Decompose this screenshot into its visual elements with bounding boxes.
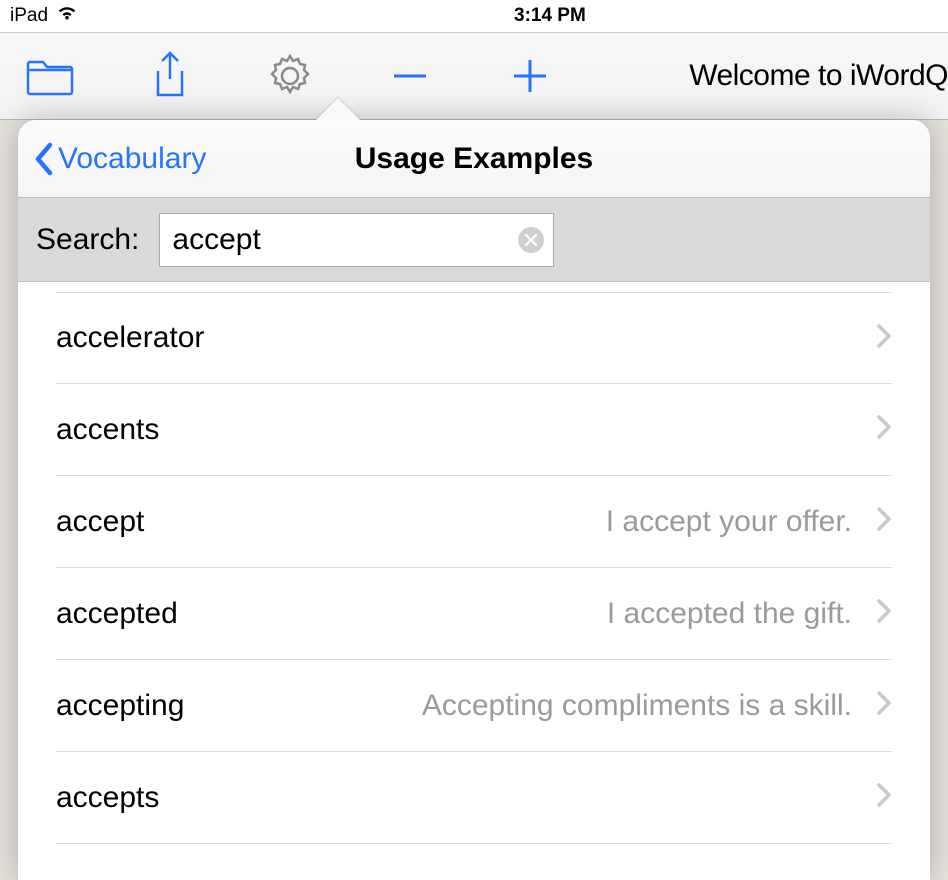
list-item[interactable]: accepts bbox=[56, 752, 892, 844]
example-label: I accepted the gift. bbox=[194, 597, 852, 631]
list-item[interactable]: accepting Accepting compliments is a skil… bbox=[56, 660, 892, 752]
settings-icon[interactable] bbox=[260, 46, 320, 106]
word-label: accepting bbox=[56, 689, 184, 723]
chevron-right-icon bbox=[876, 782, 892, 813]
list-item[interactable]: accents bbox=[56, 384, 892, 476]
list-item[interactable]: accept I accept your offer. bbox=[56, 476, 892, 568]
share-icon[interactable] bbox=[140, 46, 200, 106]
clear-search-button[interactable] bbox=[518, 227, 544, 253]
back-button[interactable]: Vocabulary bbox=[18, 141, 206, 177]
search-label: Search: bbox=[36, 223, 139, 257]
close-icon bbox=[525, 234, 537, 246]
example-label: I accept your offer. bbox=[160, 505, 852, 539]
plus-icon[interactable] bbox=[500, 46, 560, 106]
word-list: accelerator accents accept I accept your of… bbox=[18, 292, 930, 844]
back-label: Vocabulary bbox=[58, 142, 206, 176]
chevron-left-icon bbox=[32, 141, 54, 177]
search-input[interactable] bbox=[159, 213, 554, 267]
example-label: Accepting compliments is a skill. bbox=[200, 689, 852, 723]
clock: 3:14 PM bbox=[514, 5, 586, 27]
document-title: Welcome to iWordQ bbox=[689, 59, 948, 93]
list-item[interactable]: accelerator bbox=[56, 292, 892, 384]
chevron-right-icon bbox=[876, 323, 892, 354]
word-label: accepts bbox=[56, 781, 159, 815]
popover: Vocabulary Usage Examples Search: accele… bbox=[18, 120, 930, 880]
status-bar: iPad 3:14 PM bbox=[0, 0, 948, 32]
chevron-right-icon bbox=[876, 506, 892, 537]
word-label: accents bbox=[56, 413, 159, 447]
chevron-right-icon bbox=[876, 598, 892, 629]
wifi-icon bbox=[56, 5, 78, 27]
toolbar: Welcome to iWordQ bbox=[0, 32, 948, 120]
nav-header: Vocabulary Usage Examples bbox=[18, 120, 930, 198]
word-label: accept bbox=[56, 505, 144, 539]
popover-title: Usage Examples bbox=[355, 142, 593, 176]
word-label: accelerator bbox=[56, 321, 204, 355]
list-item[interactable]: accepted I accepted the gift. bbox=[56, 568, 892, 660]
chevron-right-icon bbox=[876, 690, 892, 721]
chevron-right-icon bbox=[876, 414, 892, 445]
device-label: iPad bbox=[10, 5, 48, 27]
folder-icon[interactable] bbox=[20, 46, 80, 106]
search-bar: Search: bbox=[18, 198, 930, 282]
word-label: accepted bbox=[56, 597, 178, 631]
minus-icon[interactable] bbox=[380, 46, 440, 106]
